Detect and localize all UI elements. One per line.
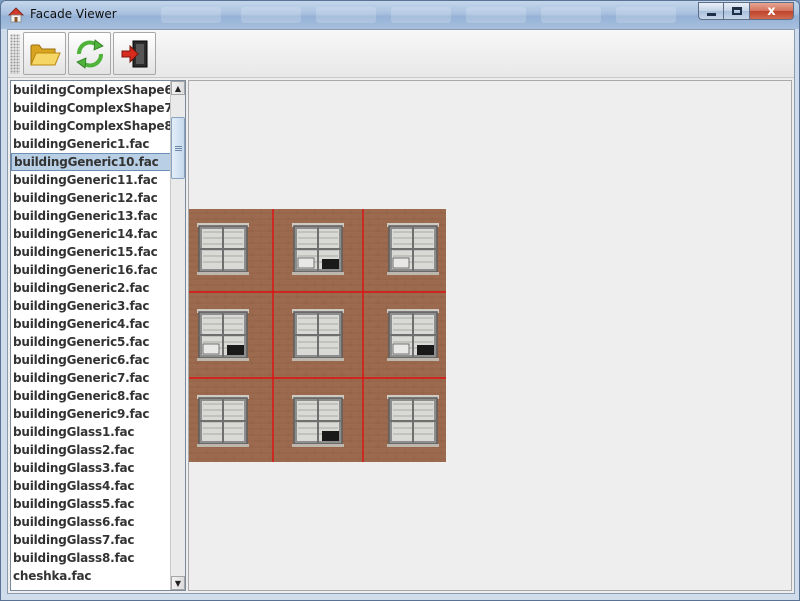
refresh-button[interactable] [68, 32, 111, 75]
file-list-item[interactable]: buildingGlass7.fac [11, 531, 171, 549]
background-taskbar-ghost [316, 7, 376, 23]
file-list-item[interactable]: buildingGeneric15.fac [11, 243, 171, 261]
window-sill [197, 358, 249, 361]
file-list-item[interactable]: buildingGlass8.fac [11, 549, 171, 567]
background-taskbar-ghost [466, 7, 526, 23]
file-list-item[interactable]: buildingGeneric16.fac [11, 261, 171, 279]
file-list-item[interactable]: buildingGeneric14.fac [11, 225, 171, 243]
exit-button[interactable] [113, 32, 156, 75]
background-taskbar-ghost [391, 7, 451, 23]
file-list-item[interactable]: buildingGlass3.fac [11, 459, 171, 477]
air-conditioner [202, 343, 220, 355]
file-list-item[interactable]: buildingGeneric13.fac [11, 207, 171, 225]
maximize-button[interactable] [724, 2, 750, 20]
toolbar-grip[interactable] [10, 34, 20, 74]
file-list-item[interactable]: buildingGeneric4.fac [11, 315, 171, 333]
file-list[interactable]: buildingComplexShape6.facbuildingComplex… [10, 80, 186, 591]
facade-texture-image [189, 209, 446, 462]
file-list-item[interactable]: buildingGeneric11.fac [11, 171, 171, 189]
window-sill [387, 272, 439, 275]
window-sill [197, 272, 249, 275]
file-list-item[interactable]: buildingGeneric10.fac [11, 153, 171, 171]
file-list-item[interactable]: cheshka.fac [11, 567, 171, 585]
close-button[interactable]: x [750, 2, 794, 20]
file-list-item[interactable]: buildingGeneric9.fac [11, 405, 171, 423]
grip-lines-icon [174, 145, 182, 151]
refresh-icon [75, 38, 104, 69]
window-sill [387, 444, 439, 447]
window-sill [292, 444, 344, 447]
file-list-item[interactable]: buildingGeneric8.fac [11, 387, 171, 405]
arrow-up-icon: ▲ [174, 83, 182, 93]
window-title: Facade Viewer [30, 7, 117, 21]
file-list-item[interactable]: buildingComplexShape6.fac [11, 81, 171, 99]
scroll-up-button[interactable]: ▲ [171, 81, 185, 95]
background-taskbar-ghost [616, 7, 676, 23]
minimize-icon [706, 12, 716, 16]
file-list-item[interactable]: buildingGeneric7.fac [11, 369, 171, 387]
title-bar[interactable]: Facade Viewer x [1, 1, 799, 29]
open-button[interactable] [23, 32, 66, 75]
background-taskbar-ghost [241, 7, 301, 23]
background-taskbar-ghost [161, 7, 221, 23]
file-list-item[interactable]: buildingGlass6.fac [11, 513, 171, 531]
window-sill [292, 272, 344, 275]
file-list-item[interactable]: buildingGeneric1.fac [11, 135, 171, 153]
window-sill [197, 444, 249, 447]
file-list-item[interactable]: buildingGeneric5.fac [11, 333, 171, 351]
app-house-icon [8, 7, 24, 23]
scroll-thumb[interactable] [171, 117, 185, 179]
file-list-item[interactable]: buildingGeneric12.fac [11, 189, 171, 207]
air-conditioner [392, 343, 410, 355]
file-list-item[interactable]: buildingGlass1.fac [11, 423, 171, 441]
file-list-item[interactable]: buildingGlass2.fac [11, 441, 171, 459]
window-sill [387, 358, 439, 361]
file-list-item[interactable]: buildingGeneric3.fac [11, 297, 171, 315]
file-list-item[interactable]: buildingGlass5.fac [11, 495, 171, 513]
close-icon: x [767, 3, 776, 19]
file-list-item[interactable]: buildingGeneric2.fac [11, 279, 171, 297]
file-list-items: buildingComplexShape6.facbuildingComplex… [11, 81, 171, 585]
facade-preview-panel [188, 80, 792, 591]
exit-icon [121, 40, 147, 67]
caption-buttons: x [698, 2, 794, 20]
folder-open-icon [29, 44, 61, 65]
arrow-down-icon: ▼ [174, 578, 182, 588]
file-list-item[interactable]: buildingComplexShape7.fac [11, 99, 171, 117]
window-sill [292, 358, 344, 361]
file-list-item[interactable]: buildingComplexShape8.fac [11, 117, 171, 135]
scroll-down-button[interactable]: ▼ [171, 576, 185, 590]
facade-viewer-window: Facade Viewer x buildingComplexShape6 bu… [0, 0, 800, 601]
client-area: buildingComplexShape6.facbuildingComplex… [7, 29, 795, 594]
vertical-scrollbar[interactable]: ▲ ▼ [170, 81, 185, 590]
air-conditioner [392, 257, 410, 269]
background-taskbar-ghost [541, 7, 601, 23]
minimize-button[interactable] [698, 2, 724, 20]
toolbar [8, 30, 794, 78]
file-list-item[interactable]: buildingGlass4.fac [11, 477, 171, 495]
maximize-icon [731, 7, 742, 15]
air-conditioner [297, 257, 315, 269]
file-list-item[interactable]: buildingGeneric6.fac [11, 351, 171, 369]
